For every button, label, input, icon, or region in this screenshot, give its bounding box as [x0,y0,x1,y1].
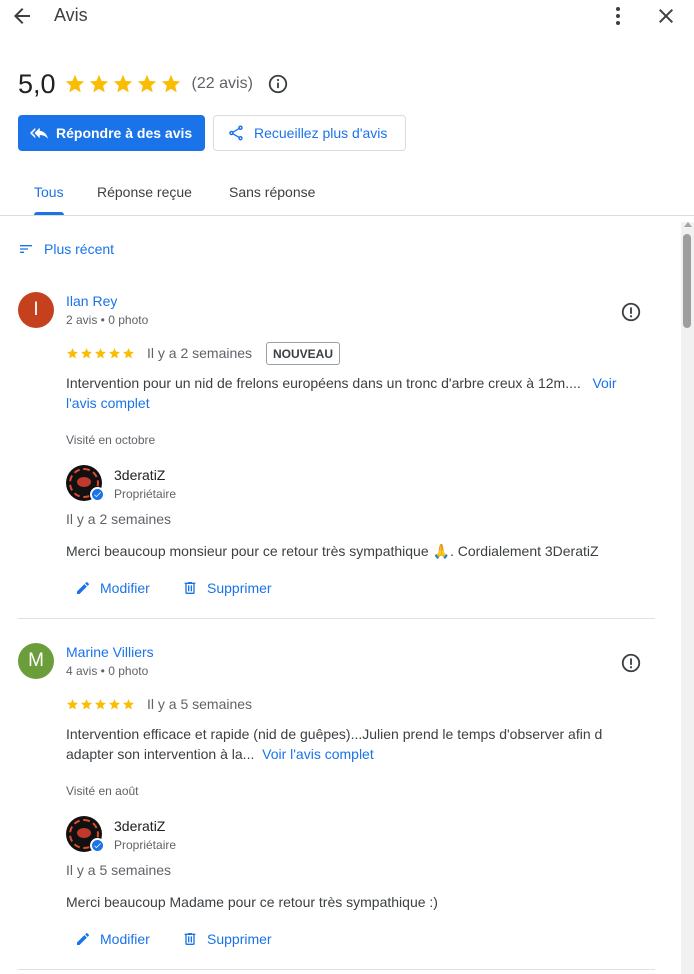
star-icon [67,699,78,710]
trash-icon [184,933,196,945]
edit-label: Modifier [100,580,150,596]
sort-label: Plus récent [44,241,115,257]
read-more-link[interactable]: Voir l'avis complet [262,746,374,762]
collect-reviews-button[interactable]: Recueillez plus d'avis [213,115,406,151]
star-icon [161,74,180,93]
arrow-back-icon[interactable] [10,4,34,28]
star-icon [89,74,108,93]
report-icon[interactable] [620,652,642,674]
owner-role: Propriétaire [114,838,177,852]
review-stars [66,698,135,711]
tab-unanswered[interactable]: Sans réponse [229,184,315,200]
reply-reviews-button[interactable]: Répondre à des avis [18,115,205,151]
star-icon [109,348,120,359]
star-icon [81,699,92,710]
review-time: Il y a 5 semaines [147,696,253,712]
review-count: (22 avis) [191,75,253,92]
sort-icon [20,245,32,253]
divider [18,969,655,970]
review-meta: 4 avis • 0 photo [66,664,149,678]
review-meta: 2 avis • 0 photo [66,313,149,327]
avatar[interactable]: M [18,643,54,679]
edit-reply-button[interactable]: Modifier [75,931,150,947]
owner-name: 3deratiZ [114,467,166,483]
pencil-icon [77,581,90,594]
scrollbar[interactable] [681,222,694,974]
reply-time: Il y a 2 semaines [66,511,172,527]
visited-date: Visité en octobre [66,433,156,447]
new-badge: NOUVEAU [266,342,341,365]
star-icon [95,348,106,359]
delete-reply-button[interactable]: Supprimer [182,580,272,596]
owner-logo [66,816,105,853]
owner-role: Propriétaire [114,487,177,501]
rating-value: 5,0 [18,68,56,99]
info-icon[interactable] [267,73,289,95]
owner-name: 3deratiZ [114,818,166,834]
verified-icon [90,487,105,502]
review-time: Il y a 2 semaines [147,345,253,361]
more-vert-icon[interactable] [606,4,630,28]
reply-text: Merci beaucoup Madame pour ce retour trè… [66,894,438,910]
owner-logo [66,465,105,502]
star-icon [137,74,156,93]
star-icon [81,348,92,359]
star-icon [67,348,78,359]
edit-reply-button[interactable]: Modifier [75,580,150,596]
rating-summary: 5,0 (22 avis) [18,66,289,102]
star-icon [95,699,106,710]
review-author[interactable]: Marine Villiers [66,644,154,660]
review-tabs: Tous Réponse reçue Sans réponse [0,170,694,216]
scroll-thumb[interactable] [683,234,691,328]
star-icon [109,699,120,710]
page-title: Avis [54,5,88,25]
review-stars [66,347,135,360]
review-author[interactable]: Ilan Rey [66,293,117,309]
report-icon[interactable] [620,301,642,323]
top-bar: Avis [0,0,694,32]
reply-reviews-label: Répondre à des avis [56,125,193,141]
star-icon [123,348,134,359]
active-tab-indicator [34,212,64,215]
collect-reviews-label: Recueillez plus d'avis [254,125,388,141]
delete-label: Supprimer [207,580,272,596]
review-text-body: Intervention pour un nid de frelons euro… [66,375,581,391]
review-text: Intervention efficace et rapide (nid de … [66,724,626,764]
avatar[interactable]: I [18,292,54,328]
scroll-up-arrow[interactable] [684,222,692,227]
star-icon [123,699,134,710]
pencil-icon [77,932,90,945]
verified-icon [90,838,105,853]
reply-text: Merci beaucoup monsieur pour ce retour t… [66,543,599,559]
trash-icon [184,582,196,594]
close-icon[interactable] [654,4,678,28]
sort-button[interactable]: Plus récent [18,241,114,257]
reply-time: Il y a 5 semaines [66,862,172,878]
share-icon [229,125,243,141]
star-icon [113,74,132,93]
tab-all[interactable]: Tous [34,184,64,200]
delete-label: Supprimer [207,931,272,947]
delete-reply-button[interactable]: Supprimer [182,931,272,947]
review-text: Intervention pour un nid de frelons euro… [66,373,636,413]
rating-stars [64,73,182,95]
reply-all-icon [30,127,48,139]
edit-label: Modifier [100,931,150,947]
star-icon [65,74,84,93]
divider [18,618,655,619]
tab-answered[interactable]: Réponse reçue [97,184,192,200]
visited-date: Visité en août [66,784,139,798]
